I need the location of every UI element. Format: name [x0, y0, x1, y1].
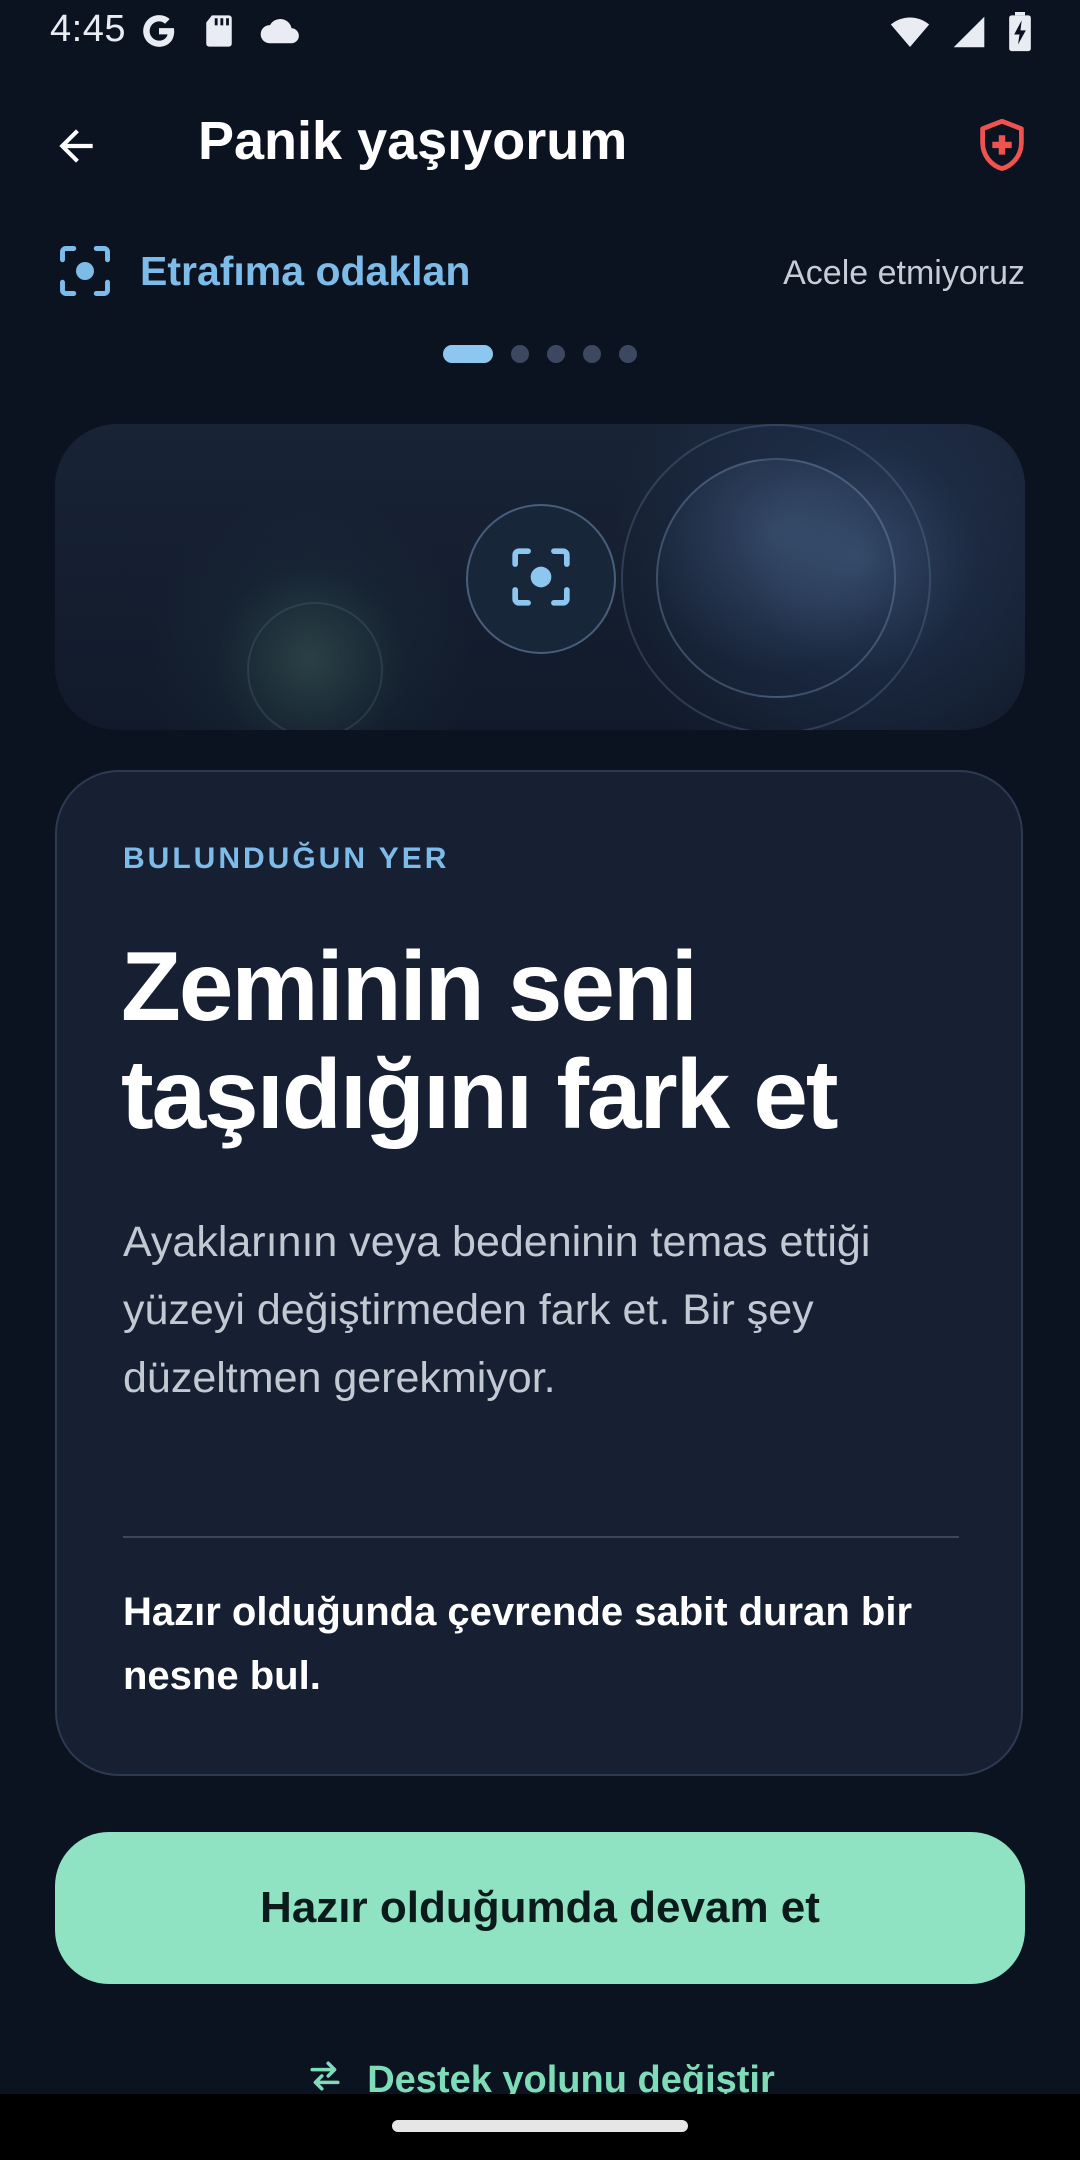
emergency-button[interactable]: [964, 110, 1040, 186]
arrow-left-icon: [51, 121, 101, 176]
hero-ring-left: [247, 602, 383, 730]
app-bar: Panik yaşıyorum: [0, 92, 1080, 192]
sd-card-icon: [204, 14, 234, 53]
status-icons-right: [890, 12, 1032, 57]
step-row: Etrafıma odaklan Acele etmiyoruz: [0, 232, 1080, 312]
page-indicator: [0, 344, 1080, 364]
focus-center-icon: [58, 244, 112, 298]
continue-button[interactable]: Hazır olduğumda devam et: [55, 1832, 1025, 1984]
hero-illustration: [55, 424, 1025, 730]
system-nav-bar: [0, 2094, 1080, 2160]
page-dot: [583, 345, 601, 363]
card-note: Hazır olduğunda çevrende sabit duran bir…: [123, 1590, 913, 1698]
card-eyebrow: BULUNDUĞUN YER: [123, 842, 450, 875]
exercise-card: BULUNDUĞUN YER Zeminin seni taşıdığını f…: [55, 770, 1023, 1776]
page-dot-active: [443, 345, 493, 363]
page-dot: [511, 345, 529, 363]
divider: [123, 1536, 959, 1538]
hero-ring-inner: [656, 458, 896, 698]
step-hint: Acele etmiyoruz: [783, 254, 1025, 292]
focus-center-icon: [510, 546, 572, 613]
back-button[interactable]: [40, 112, 112, 184]
page-title: Panik yaşıyorum: [198, 111, 628, 171]
page-dot: [547, 345, 565, 363]
screen: 4:45 Panik yaşıyorum Etrafıma odaklan Ac…: [0, 0, 1080, 2160]
hero-center-badge: [466, 504, 616, 654]
shield-medical-icon: [976, 118, 1028, 179]
cloud-icon: [260, 16, 300, 51]
wifi-icon: [890, 15, 930, 54]
google-icon: [140, 12, 178, 55]
battery-charging-icon: [1008, 12, 1032, 57]
signal-icon: [952, 15, 986, 54]
card-heading: Zeminin seni taşıdığını fark et: [121, 931, 839, 1149]
home-indicator[interactable]: [392, 2120, 688, 2132]
page-dot: [619, 345, 637, 363]
status-bar: 4:45: [0, 0, 1080, 66]
status-icons-left: [140, 12, 300, 55]
step-title: Etrafıma odaklan: [140, 248, 471, 294]
card-body: Ayaklarının veya bedeninin temas ettiği …: [123, 1218, 871, 1402]
status-time: 4:45: [50, 8, 126, 50]
